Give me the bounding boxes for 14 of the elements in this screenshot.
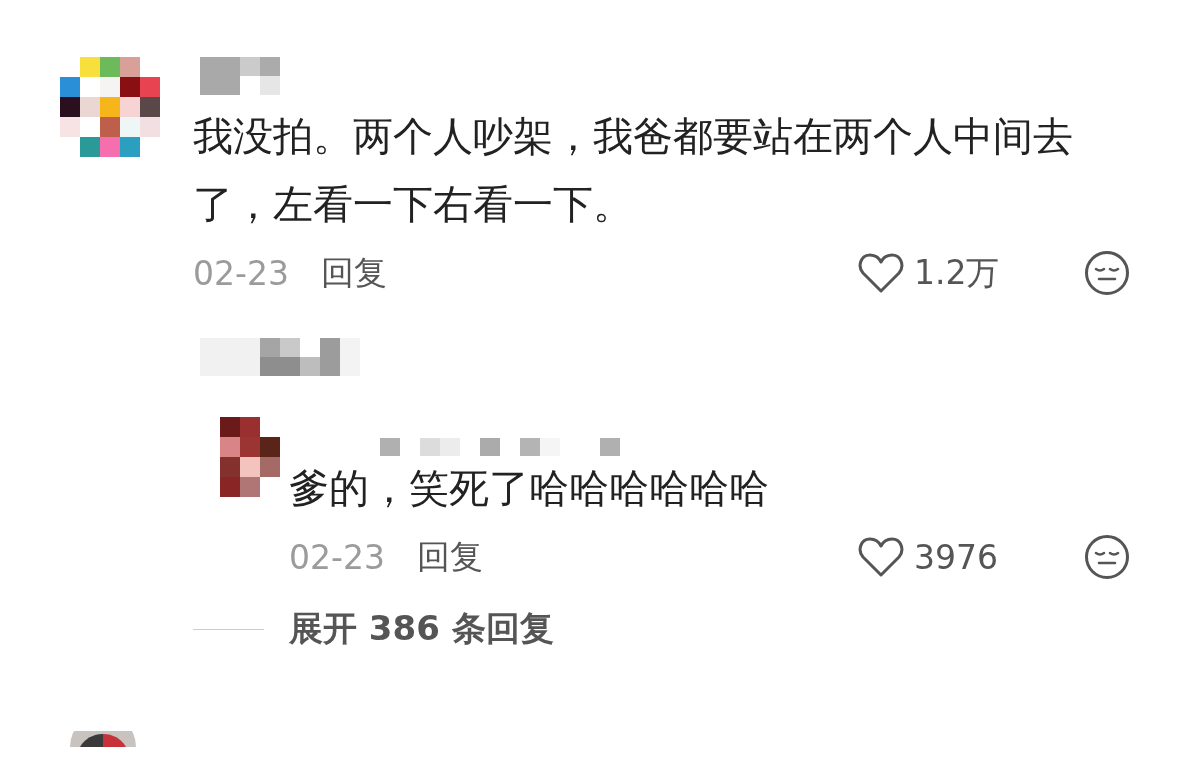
reply-button[interactable]: 回复 xyxy=(320,250,387,296)
like-count: 1.2万 xyxy=(914,251,1001,294)
heart-icon[interactable] xyxy=(858,536,904,578)
reply-button[interactable]: 回复 xyxy=(416,534,483,580)
emoji-face-icon[interactable] xyxy=(1084,250,1130,296)
emoji-face-icon[interactable] xyxy=(1084,534,1130,580)
reply-text: 爹的，笑死了哈哈哈哈哈哈 xyxy=(289,464,770,513)
blurred-username[interactable] xyxy=(200,338,360,376)
expand-replies-link[interactable]: 展开 386 条回复 xyxy=(289,606,554,652)
comment-date: 02-23 xyxy=(193,253,289,293)
heart-icon[interactable] xyxy=(858,252,904,294)
like-count: 3976 xyxy=(914,537,999,577)
reply-date: 02-23 xyxy=(289,537,385,577)
comment-text: 我没拍。两个人吵架，我爸都要站在两个人中间去了，左看一下右看一下。 xyxy=(193,112,1074,229)
